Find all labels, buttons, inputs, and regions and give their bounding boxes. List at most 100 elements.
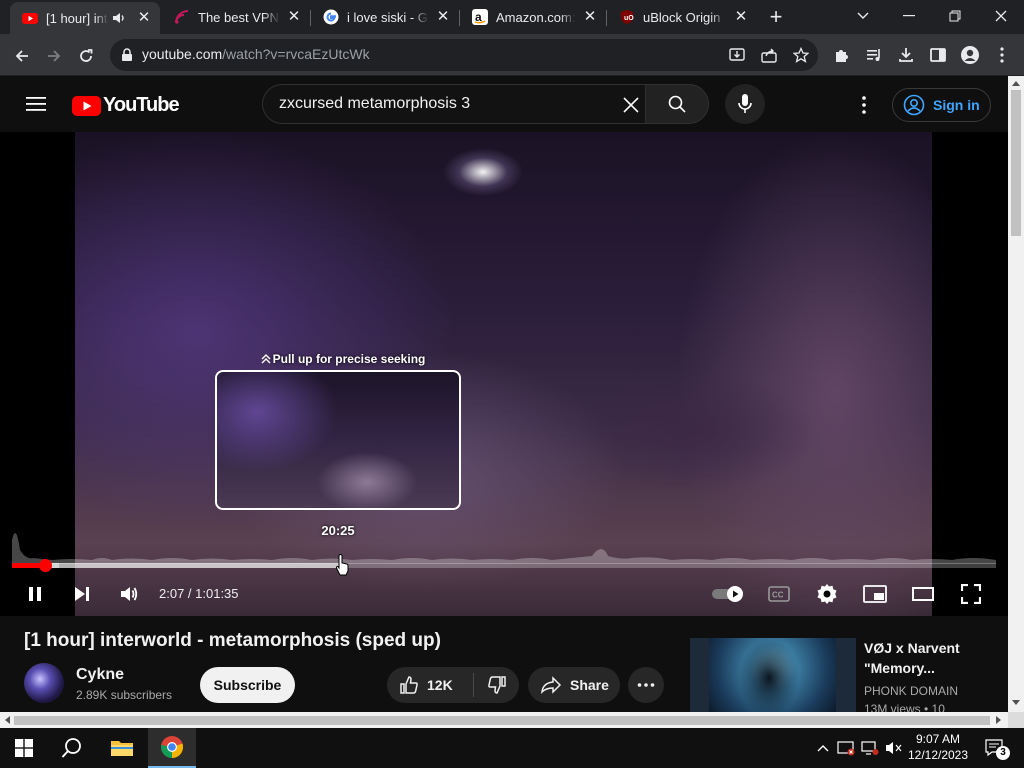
minimize-button[interactable] [886,0,932,32]
chevron-down-icon [857,12,869,19]
recommendation-title[interactable]: VØJ x Narvent "Memory... [864,638,994,678]
chrome-taskbar-button[interactable] [148,728,196,768]
close-tab-icon[interactable]: ✕ [435,9,451,25]
download-icon[interactable] [895,44,917,66]
theater-mode-button[interactable] [905,576,941,612]
tab-vpn[interactable]: The best VPN service ✕ [162,0,310,34]
close-tab-icon[interactable]: ✕ [733,9,749,25]
close-tab-icon[interactable]: ✕ [582,9,598,25]
dislike-button[interactable] [474,667,519,703]
seek-preview-thumbnail [215,370,461,510]
notification-center-button[interactable]: 3 [982,738,1010,760]
search-button[interactable] [645,84,709,124]
url-host: youtube.com [142,46,223,62]
double-chevron-up-icon [261,354,271,364]
horizontal-scrollbar[interactable] [0,712,1008,728]
pause-button[interactable] [17,576,53,612]
pause-icon [29,587,41,601]
autoplay-toggle-icon [712,586,743,602]
horizontal-scroll-thumb[interactable] [14,716,990,725]
forward-button[interactable] [40,42,68,70]
speaker-icon[interactable] [112,11,126,25]
share-page-icon[interactable] [761,47,777,63]
volume-tray-icon[interactable] [884,738,904,758]
miniplayer-button[interactable] [857,576,893,612]
sign-in-button[interactable]: Sign in [892,88,991,122]
restore-button[interactable] [932,0,978,32]
youtube-logo[interactable]: YouTube [72,94,180,117]
mute-button[interactable] [111,576,147,612]
side-panel-icon[interactable] [927,44,949,66]
fullscreen-icon [961,584,981,604]
media-control-icon[interactable] [863,44,885,66]
subtitles-button[interactable]: CC [761,576,797,612]
like-button[interactable]: 12K [387,667,473,703]
scroll-up-arrow-icon [1012,81,1020,86]
start-button[interactable] [0,728,48,768]
tab-title: i love siski - Google [347,9,429,25]
new-tab-button[interactable]: + [764,6,788,30]
install-app-icon[interactable] [729,47,745,63]
extensions-icon[interactable] [831,44,853,66]
tab-title: [1 hour] interworld - metamorphosis [46,10,108,26]
svg-text:CC: CC [772,591,784,600]
recommendation-channel[interactable]: PHONK DOMAIN [864,684,958,698]
defender-tray-icon[interactable] [836,738,856,758]
next-button[interactable] [64,576,100,612]
youtube-play-logo-icon [72,95,101,116]
thumbnail-art [709,638,836,712]
video-player[interactable]: Pull up for precise seeking 20:25 2:07 /… [0,132,1008,616]
channel-name[interactable]: Cykne [76,666,124,684]
tab-amazon[interactable]: a Amazon.com: Online ✕ [460,0,606,34]
system-clock[interactable]: 9:07 AM 12/12/2023 [902,731,974,763]
arrow-left-icon [15,50,28,62]
address-bar[interactable]: youtube.com/watch?v=rvcaEzUtcWk [110,39,818,71]
share-label: Share [570,677,609,693]
subscribe-button[interactable]: Subscribe [200,667,295,703]
close-tab-icon[interactable]: ✕ [286,9,302,25]
browser-menu-icon[interactable] [991,44,1013,66]
star-icon[interactable] [793,47,809,63]
vertical-scrollbar[interactable] [1008,76,1024,712]
tab-youtube[interactable]: [1 hour] interworld - metamorphosis ✕ [10,2,160,34]
settings-menu-icon[interactable] [858,94,870,116]
share-button[interactable]: Share [528,667,620,703]
profile-icon[interactable] [959,44,981,66]
svg-text:uO: uO [624,15,634,22]
windows-logo-icon [15,739,33,757]
vertical-scroll-thumb[interactable] [1011,90,1021,236]
more-actions-button[interactable] [628,667,664,703]
browser-toolbar: youtube.com/watch?v=rvcaEzUtcWk [0,34,1024,76]
vpn-favicon-icon [174,9,190,25]
fullscreen-button[interactable] [953,576,989,612]
reload-icon [80,49,93,62]
close-window-button[interactable] [978,0,1024,32]
autoplay-toggle[interactable] [710,576,746,612]
hamburger-menu-icon[interactable] [24,92,48,116]
back-button[interactable] [8,42,36,70]
youtube-logo-text: YouTube [103,94,180,116]
windows-taskbar: 9:07 AM 12/12/2023 3 [0,728,1024,768]
subscriber-count: 2.89K subscribers [76,688,173,702]
recommendation-thumbnail[interactable] [690,638,856,712]
time-display: 2:07 / 1:01:35 [159,586,239,601]
theater-mode-icon [912,587,934,601]
close-tab-icon[interactable]: ✕ [136,10,152,26]
most-replayed-heatmap [12,532,996,564]
scroll-down-arrow-icon [1012,700,1020,705]
channel-avatar[interactable] [24,663,64,703]
url-path: /watch?v=rvcaEzUtcWk [222,46,370,62]
voice-search-button[interactable] [725,84,765,124]
settings-button[interactable] [809,576,845,612]
show-hidden-icons-button[interactable] [813,738,833,758]
reload-button[interactable] [72,42,100,70]
search-input[interactable]: zxcursed metamorphosis 3 [262,84,646,124]
file-explorer-button[interactable] [98,728,146,768]
clear-search-icon[interactable] [621,95,641,115]
clock-date: 12/12/2023 [907,748,969,762]
tab-google[interactable]: i love siski - Google ✕ [311,0,459,34]
taskbar-search-button[interactable] [48,728,96,768]
tab-ublock[interactable]: uO uBlock Origin ✕ [607,0,757,34]
network-icon[interactable] [860,738,880,758]
tab-search-button[interactable] [840,0,886,32]
